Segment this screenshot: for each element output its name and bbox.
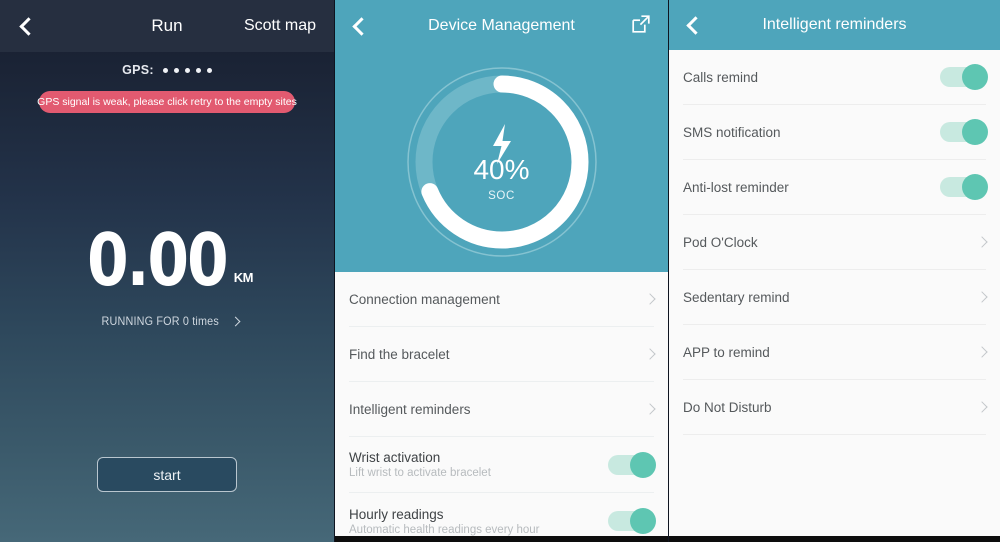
toggle-hourly-readings[interactable] bbox=[608, 508, 656, 534]
list-item-pod-oclock[interactable]: Pod O'Clock bbox=[683, 215, 988, 270]
toggle-knob bbox=[962, 119, 988, 145]
list-item-label: Sedentary remind bbox=[683, 289, 790, 305]
toggle-knob bbox=[630, 451, 656, 478]
battery-ring: 40% SOC bbox=[402, 62, 602, 262]
gps-status: GPS: bbox=[0, 63, 334, 77]
back-chevron-icon[interactable] bbox=[686, 15, 705, 35]
distance-unit: KM bbox=[233, 270, 254, 285]
list-item-label: Find the bracelet bbox=[349, 346, 450, 362]
battery-caption: SOC bbox=[488, 190, 515, 202]
list-item-wrist-activation[interactable]: Wrist activation Lift wrist to activate … bbox=[349, 437, 656, 493]
list-item-label: Anti-lost reminder bbox=[683, 179, 789, 195]
toggle-anti-lost-reminder[interactable] bbox=[940, 174, 988, 200]
external-link-icon[interactable] bbox=[630, 13, 652, 40]
back-chevron-icon[interactable] bbox=[19, 16, 38, 36]
list-item-texts: Hourly readings Automatic health reading… bbox=[349, 507, 540, 536]
chevron-right-icon bbox=[230, 316, 241, 326]
run-history-label: RUNNING FOR 0 times bbox=[101, 314, 219, 328]
run-screen: Run Scott map GPS: GPS signal is weak, p… bbox=[0, 0, 334, 542]
list-item-label: Hourly readings bbox=[349, 506, 444, 522]
gps-warning-banner[interactable]: GPS signal is weak, please click retry t… bbox=[37, 91, 297, 113]
list-item-connection-management[interactable]: Connection management bbox=[349, 272, 656, 327]
distance-value: 0.00 bbox=[87, 218, 229, 302]
system-navigation-bar bbox=[335, 536, 668, 542]
list-item-find-the-bracelet[interactable]: Find the bracelet bbox=[349, 327, 656, 382]
chevron-right-icon bbox=[976, 346, 988, 358]
toggle-knob bbox=[630, 508, 656, 534]
device-management-screen: Device Management 40% SOC Connection man… bbox=[334, 0, 668, 542]
chevron-right-icon bbox=[976, 291, 988, 303]
reminders-list: Calls remind SMS notification Anti-lost … bbox=[669, 50, 1000, 435]
list-item-label: APP to remind bbox=[683, 344, 770, 360]
list-item-subtitle: Automatic health readings every hour bbox=[349, 523, 540, 536]
list-item-label: SMS notification bbox=[683, 124, 781, 140]
page-title: Device Management bbox=[428, 17, 575, 34]
list-item-label: Intelligent reminders bbox=[349, 401, 471, 417]
list-item-sedentary-remind[interactable]: Sedentary remind bbox=[683, 270, 988, 325]
list-item-label: Pod O'Clock bbox=[683, 234, 758, 250]
list-item-label: Calls remind bbox=[683, 69, 759, 85]
list-item-anti-lost-reminder[interactable]: Anti-lost reminder bbox=[683, 160, 988, 215]
device-header: Device Management bbox=[335, 0, 668, 52]
list-item-sms-notification[interactable]: SMS notification bbox=[683, 105, 988, 160]
battery-percent: 40% bbox=[473, 154, 530, 185]
list-item-texts: Wrist activation Lift wrist to activate … bbox=[349, 450, 491, 479]
start-button[interactable]: start bbox=[97, 457, 237, 492]
chevron-right-icon bbox=[976, 401, 988, 413]
toggle-wrist-activation[interactable] bbox=[608, 451, 656, 478]
toggle-knob bbox=[962, 64, 988, 90]
app-screens-row: Run Scott map GPS: GPS signal is weak, p… bbox=[0, 0, 1000, 542]
list-item-label: Do Not Disturb bbox=[683, 399, 772, 415]
distance-row: 0.00 KM bbox=[0, 218, 334, 302]
distance-display: 0.00 KM RUNNING FOR 0 times bbox=[0, 218, 334, 328]
chevron-right-icon bbox=[644, 403, 656, 415]
chevron-right-icon bbox=[976, 236, 988, 248]
toggle-knob bbox=[962, 174, 988, 200]
intelligent-reminders-screen: Intelligent reminders Calls remind SMS n… bbox=[668, 0, 1000, 542]
list-item-calls-remind[interactable]: Calls remind bbox=[683, 50, 988, 105]
toggle-sms-notification[interactable] bbox=[940, 119, 988, 145]
scott-map-link[interactable]: Scott map bbox=[244, 17, 316, 35]
system-navigation-bar bbox=[669, 536, 1000, 542]
device-settings-list: Connection management Find the bracelet … bbox=[335, 272, 668, 542]
list-item-do-not-disturb[interactable]: Do Not Disturb bbox=[683, 380, 988, 435]
list-item-hourly-readings[interactable]: Hourly readings Automatic health reading… bbox=[349, 493, 656, 542]
run-history-link[interactable]: RUNNING FOR 0 times bbox=[0, 314, 334, 328]
gps-label: GPS: bbox=[122, 63, 154, 77]
toggle-calls-remind[interactable] bbox=[940, 64, 988, 90]
list-item-label: Wrist activation bbox=[349, 450, 441, 465]
back-chevron-icon[interactable] bbox=[352, 16, 371, 36]
list-item-label: Connection management bbox=[349, 291, 500, 307]
reminders-header: Intelligent reminders bbox=[669, 0, 1000, 50]
battery-hero: Device Management 40% SOC bbox=[335, 0, 668, 272]
run-header: Run Scott map bbox=[0, 0, 334, 52]
list-item-intelligent-reminders[interactable]: Intelligent reminders bbox=[349, 382, 656, 437]
chevron-right-icon bbox=[644, 293, 656, 305]
list-item-app-to-remind[interactable]: APP to remind bbox=[683, 325, 988, 380]
gps-signal-dots bbox=[162, 67, 212, 73]
page-title: Intelligent reminders bbox=[762, 16, 907, 33]
chevron-right-icon bbox=[644, 348, 656, 360]
list-item-subtitle: Lift wrist to activate bracelet bbox=[349, 467, 491, 479]
